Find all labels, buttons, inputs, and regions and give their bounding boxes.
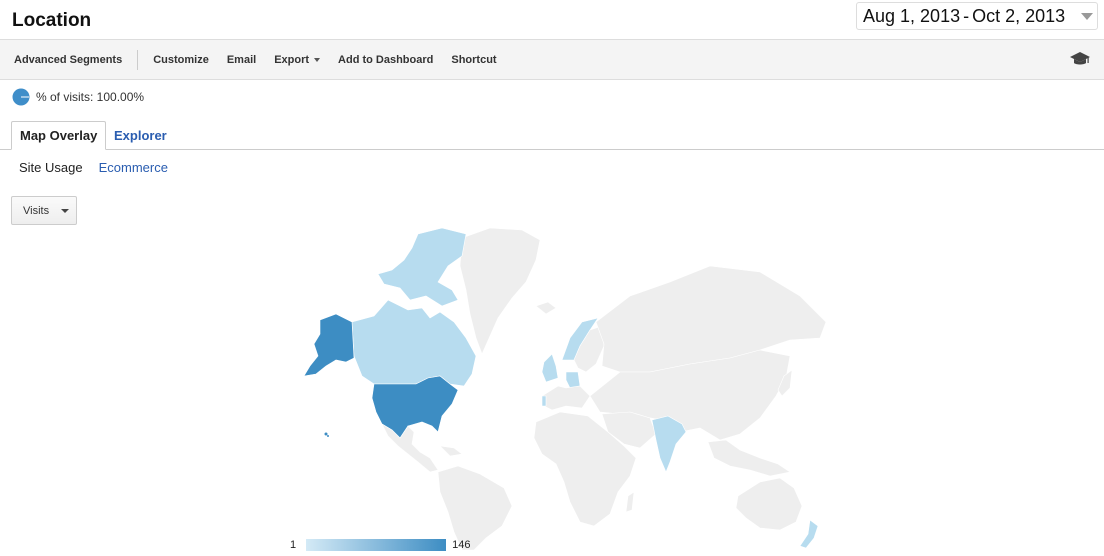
legend-gradient-bar (306, 539, 447, 551)
pie-chart-icon (12, 88, 30, 106)
report-toolbar: Advanced Segments Customize Email Export… (0, 39, 1104, 80)
region-hawaii (324, 432, 328, 436)
legend-min: 1 (290, 539, 297, 551)
date-range-text: Aug 1, 2013- Oct 2, 2013 (863, 6, 1065, 27)
tab-map-overlay[interactable]: Map Overlay (11, 121, 107, 150)
region-india[interactable] (651, 415, 687, 473)
region-new-zealand[interactable] (799, 519, 819, 549)
visits-percentage: % of visits: 100.00% (12, 88, 144, 106)
email-button[interactable]: Email (218, 54, 265, 66)
region-iceland[interactable] (535, 301, 557, 315)
legend-max: 146 (452, 539, 471, 551)
graduation-cap-icon[interactable] (1070, 51, 1090, 70)
region-united-kingdom[interactable] (541, 353, 559, 383)
region-canada[interactable] (351, 299, 477, 387)
subtab-site-usage[interactable]: Site Usage (19, 160, 83, 175)
caret-down-icon (314, 57, 321, 62)
chevron-down-icon[interactable] (1081, 12, 1093, 20)
metric-select-value: Visits (23, 204, 50, 217)
export-button[interactable]: Export (265, 54, 329, 66)
date-end: Oct 2, 2013 (972, 5, 1066, 26)
view-tabs: Map Overlay Explorer (0, 118, 1104, 150)
region-germany[interactable] (565, 371, 581, 389)
region-caribbean[interactable] (439, 445, 463, 457)
metric-group-tabs: Site Usage Ecommerce (19, 160, 168, 175)
region-western-europe[interactable] (541, 385, 591, 411)
metric-select[interactable]: Visits (11, 196, 77, 225)
tab-explorer[interactable]: Explorer (106, 121, 175, 150)
advanced-segments-button[interactable]: Advanced Segments (0, 54, 131, 66)
world-map (303, 227, 827, 550)
region-portugal[interactable] (541, 395, 547, 407)
map-legend: 1 146 (290, 539, 470, 551)
date-separator: - (963, 5, 970, 26)
shortcut-button[interactable]: Shortcut (442, 54, 505, 66)
add-to-dashboard-button[interactable]: Add to Dashboard (329, 54, 442, 66)
region-alaska[interactable] (303, 313, 355, 377)
region-canada-arctic[interactable] (377, 227, 467, 307)
region-southeast-asia[interactable] (707, 439, 791, 477)
region-mexico[interactable] (381, 423, 439, 473)
customize-button[interactable]: Customize (144, 54, 218, 66)
caret-down-icon (61, 208, 70, 213)
page-title: Location (12, 10, 92, 31)
region-madagascar[interactable] (625, 491, 635, 513)
toolbar-divider (137, 49, 139, 70)
date-start: Aug 1, 2013 (863, 5, 961, 26)
region-south-america[interactable] (437, 465, 513, 550)
region-russia[interactable] (595, 265, 827, 373)
date-range-picker[interactable]: Aug 1, 2013- Oct 2, 2013 (856, 2, 1098, 30)
subtab-ecommerce[interactable]: Ecommerce (99, 160, 168, 175)
region-australia[interactable] (735, 477, 803, 531)
visits-percentage-label: % of visits: 100.00% (36, 90, 145, 104)
region-greenland[interactable] (459, 227, 541, 355)
region-hawaii-2 (327, 435, 329, 437)
export-label: Export (274, 53, 310, 66)
